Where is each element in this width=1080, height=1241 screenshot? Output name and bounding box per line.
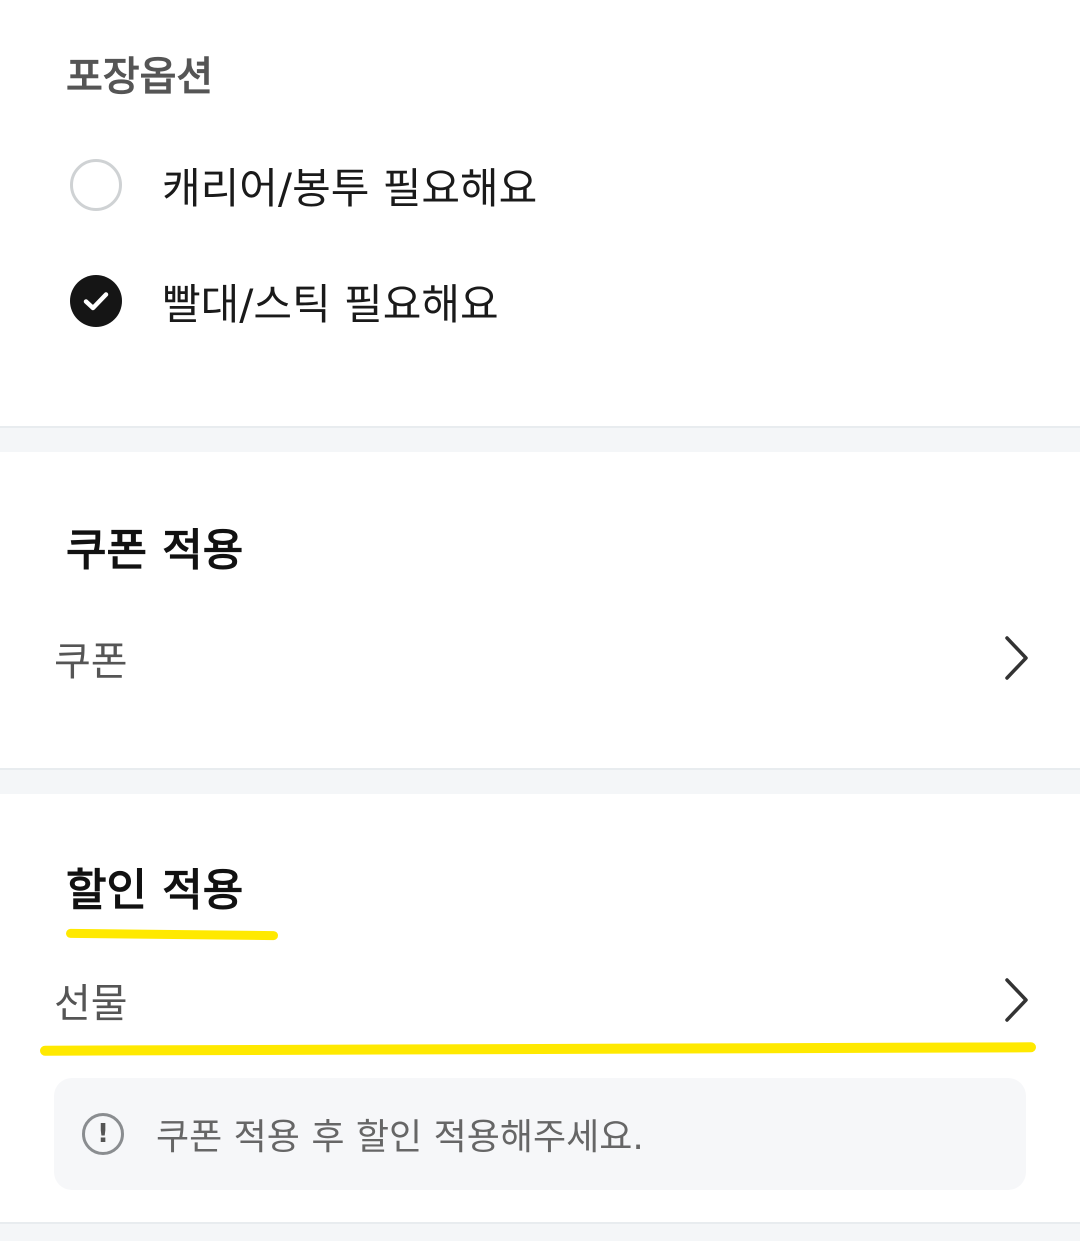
option-straw-stick-label: 빨대/스틱 필요해요 (162, 279, 499, 329)
packaging-section: 포장옵션 캐리어/봉투 필요해요 빨대/스틱 필요해요 (0, 0, 1080, 426)
chevron-right-icon (998, 970, 1034, 1030)
notice-text: 쿠폰 적용 후 할인 적용해주세요. (156, 1117, 644, 1158)
radio-unchecked-icon[interactable] (70, 159, 122, 211)
option-carrier-bag-label: 캐리어/봉투 필요해요 (162, 163, 538, 213)
section-divider (0, 1222, 1080, 1241)
check-icon[interactable] (70, 275, 122, 327)
coupon-section: 쿠폰 적용 쿠폰 (0, 452, 1080, 768)
exclamation-circle-icon: ! (82, 1113, 124, 1155)
section-divider (0, 768, 1080, 794)
coupon-title: 쿠폰 적용 (66, 525, 244, 576)
option-carrier-bag[interactable]: 캐리어/봉투 필요해요 (70, 156, 537, 214)
gift-row[interactable]: 선물 (54, 970, 1034, 1030)
packaging-title: 포장옵션 (66, 54, 214, 100)
gift-row-label: 선물 (54, 981, 128, 1027)
coupon-row[interactable]: 쿠폰 (54, 628, 1034, 688)
chevron-right-icon (998, 628, 1034, 688)
section-divider (0, 426, 1080, 452)
discount-title: 할인 적용 (66, 865, 244, 916)
option-straw-stick[interactable]: 빨대/스틱 필요해요 (70, 272, 499, 330)
notice-box: ! 쿠폰 적용 후 할인 적용해주세요. (54, 1078, 1026, 1190)
coupon-row-label: 쿠폰 (54, 639, 128, 685)
